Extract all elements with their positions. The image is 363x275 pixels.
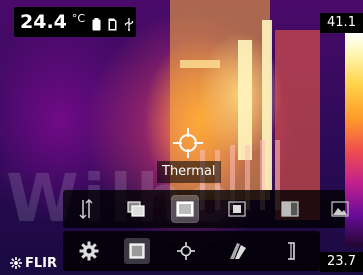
scale-min-value[interactable]: 23.7 — [320, 252, 363, 272]
battery-icon — [92, 16, 101, 30]
flir-logo: FLIR — [10, 254, 57, 272]
spot-meter-crosshair-icon[interactable] — [173, 128, 203, 158]
picture-in-picture-button[interactable] — [224, 196, 250, 222]
scale-max-value[interactable]: 41.1 — [320, 13, 363, 33]
flir-logo-icon — [10, 257, 22, 269]
temperature-unit: °C — [71, 11, 86, 25]
settings-gear-icon — [79, 241, 99, 261]
spot-temperature-value: 24.4 — [20, 11, 67, 33]
digital-camera-icon — [331, 201, 349, 217]
msx-mode-icon — [127, 201, 145, 217]
image-mode-button[interactable] — [124, 238, 150, 264]
msx-mode-button[interactable] — [123, 196, 149, 222]
thermal-blending-button[interactable] — [277, 196, 303, 222]
measurement-button[interactable] — [173, 238, 199, 264]
color-palette-button[interactable] — [225, 238, 251, 264]
status-bar: 24.4 °C — [14, 7, 136, 37]
main-toolbar — [63, 231, 320, 271]
settings-button[interactable] — [76, 238, 102, 264]
temperature-scale-button[interactable] — [278, 238, 304, 264]
digital-camera-button[interactable] — [327, 196, 353, 222]
image-mode-toolbar — [63, 190, 349, 228]
logo-text: FLIR — [25, 255, 58, 271]
color-palette-icon — [230, 243, 246, 259]
temperature-scale-icon — [288, 242, 295, 260]
picture-in-picture-icon — [228, 201, 246, 217]
measurement-crosshair-icon — [177, 242, 195, 260]
usb-icon — [124, 16, 134, 31]
sd-card-icon — [108, 16, 117, 30]
scroll-arrows-icon[interactable] — [73, 196, 99, 222]
thermal-mode-button[interactable] — [171, 195, 199, 223]
thermal-mode-icon — [176, 201, 194, 217]
image-mode-icon — [129, 243, 145, 259]
thermal-blending-icon — [281, 201, 299, 217]
mode-tooltip: Thermal — [157, 161, 221, 183]
camera-screen: Wilho 24.4 °C 41.1 23.7 Thermal — [0, 0, 363, 275]
